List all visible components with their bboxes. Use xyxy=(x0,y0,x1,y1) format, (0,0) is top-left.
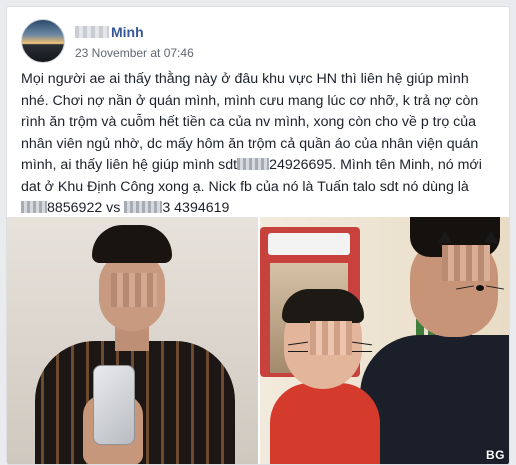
post-line-7b: 3 4394619 xyxy=(162,200,230,216)
author-name-row[interactable]: Minh xyxy=(75,23,144,41)
post-line-4: nhân viên ngủ nhờ, dc mấy hôm ăn trộm cả… xyxy=(21,135,479,152)
author-name[interactable]: Minh xyxy=(111,24,144,40)
photo-watermark: BG xyxy=(486,448,505,462)
redacted-phone-block xyxy=(237,158,270,170)
post-timestamp[interactable]: 23 November at 07:46 xyxy=(75,46,194,60)
post-line-7a: 8856922 vs xyxy=(47,200,121,216)
face-blur xyxy=(111,273,157,307)
redacted-name-block xyxy=(75,25,109,38)
redacted-phone-block xyxy=(124,201,163,213)
profile-avatar-icon[interactable] xyxy=(21,19,65,63)
photo-man-and-child-icon[interactable]: BG xyxy=(260,217,509,464)
post-body-text: Mọi người ae ai thấy thằng này ở đâu khu… xyxy=(21,69,491,220)
post-photos: BG xyxy=(7,217,509,464)
face-blur xyxy=(310,321,352,355)
facebook-post-card: Minh 23 November at 07:46 Mọi người ae a… xyxy=(6,6,510,465)
post-line-6: dat ở Khu Định Công xong ạ. Nick fb của … xyxy=(21,178,469,195)
redacted-phone-block xyxy=(21,201,47,213)
post-header: Minh 23 November at 07:46 xyxy=(21,19,495,67)
post-line-3: rình ăn trộm và cuỗm hết tiền ca của nv … xyxy=(21,114,477,130)
phone-icon xyxy=(93,365,135,445)
post-line-5a: mình, ai thấy liên hệ giúp mình sdt xyxy=(21,157,238,173)
post-line-5b: 24926695. Mình tên Minh, nó mới xyxy=(269,157,482,173)
post-line-2: nhé. Chơi nợ nần ở quán mình, mình cưu m… xyxy=(21,92,479,109)
photo-man-selfie-icon[interactable] xyxy=(7,217,258,464)
face-blur xyxy=(442,245,490,281)
post-line-5: mình, ai thấy liên hệ giúp mình sdt 24926… xyxy=(21,155,491,177)
post-line-1: Mọi người ae ai thấy thằng này ở đâu khu… xyxy=(21,71,469,87)
